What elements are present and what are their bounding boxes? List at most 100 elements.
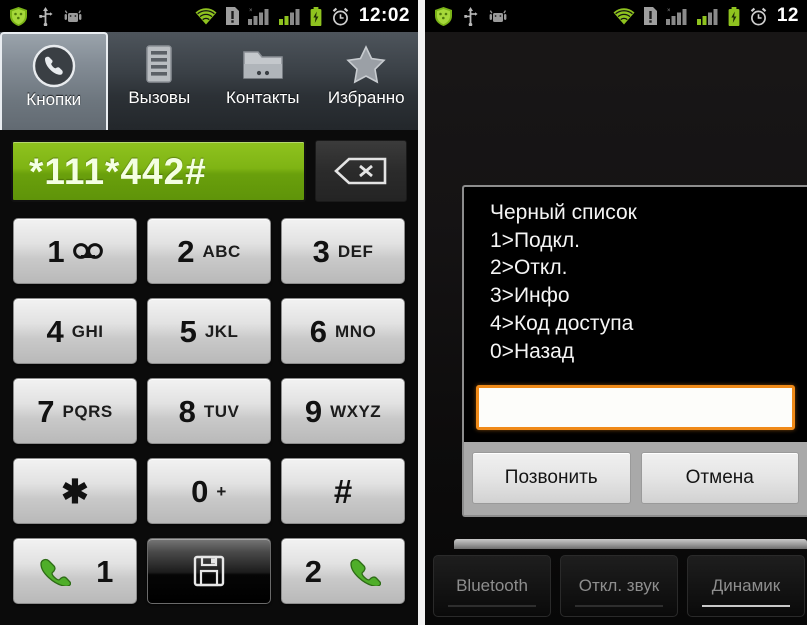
shield-icon (435, 6, 452, 26)
call-button-sim2-label: 2 (304, 553, 322, 589)
key-6-number: 6 (309, 313, 328, 349)
key-cell-call-sim1: 1 (8, 531, 142, 611)
key-9-letters: WXYZ (330, 401, 382, 421)
call-log-list-icon (141, 41, 177, 87)
tab-calls[interactable]: Вызовы (108, 32, 212, 130)
sim-alert-icon (225, 7, 239, 25)
tab-calls-label: Вызовы (128, 88, 191, 107)
key-cell-9: 9 WXYZ (276, 371, 410, 451)
key-star-symbol: ✱ (61, 472, 89, 510)
ussd-dialog: Черный список 1>Подкл. 2>Откл. 3>Инфо 4>… (462, 185, 807, 518)
battery-icon (310, 6, 322, 26)
shield-icon (10, 6, 27, 26)
key-1[interactable]: 1 (13, 218, 137, 284)
key-0[interactable]: 0 + (147, 458, 271, 524)
key-5[interactable]: 5 JKL (147, 298, 271, 364)
ussd-message-line: Черный список (490, 201, 637, 224)
green-handset-icon (350, 558, 382, 586)
dialed-number-field[interactable]: *111*442# (11, 140, 306, 202)
backspace-button[interactable] (315, 140, 407, 202)
key-0-number: 0 (191, 473, 209, 509)
right-statusbar-left-icons (425, 6, 507, 26)
key-7[interactable]: 7 PQRS (13, 378, 137, 444)
bluetooth-toggle-label: Bluetooth (456, 576, 528, 595)
right-panel-ussd: × 12 Черный список 1>Подкл. 2>Откл. 3>Ин… (425, 0, 807, 625)
ussd-button-bar: Позвонить Отмена (464, 442, 807, 516)
in-call-control-bar: Bluetooth Откл. звук Динамик (425, 537, 807, 625)
phone-handset-icon (32, 43, 76, 89)
key-4[interactable]: 4 GHI (13, 298, 137, 364)
save-number-button[interactable] (147, 538, 271, 604)
tab-favorites[interactable]: Избранно (315, 32, 419, 130)
speaker-toggle-button[interactable]: Динамик (687, 555, 805, 617)
key-2[interactable]: 2 ABC (147, 218, 271, 284)
key-cell-5: 5 JKL (142, 291, 276, 371)
key-hash-symbol: # (333, 472, 353, 510)
ussd-message-line: 4>Код доступа (490, 311, 634, 335)
alarm-clock-icon (750, 7, 767, 25)
key-star[interactable]: ✱ (13, 458, 137, 524)
ussd-message-line: 2>Откл. (490, 256, 568, 280)
backspace-icon (334, 157, 387, 185)
key-8-number: 8 (178, 393, 196, 429)
android-debug-icon (64, 9, 82, 22)
left-statusbar-clock: 12:02 (358, 5, 410, 26)
tab-favorites-label: Избранно (327, 88, 405, 107)
ussd-reply-input[interactable] (476, 385, 795, 431)
key-6[interactable]: 6 MNO (281, 298, 405, 364)
signal-bars-gray-icon: × (247, 8, 269, 25)
left-panel-dialer: × 12:02 Кнопки Вызовы Контакты Избранно … (0, 0, 418, 625)
tab-keypad[interactable]: Кнопки (0, 32, 108, 130)
star-icon (345, 41, 387, 87)
tab-contacts-label: Контакты (226, 88, 300, 107)
key-cell-8: 8 TUV (142, 371, 276, 451)
ussd-message-line: 3>Инфо (490, 284, 570, 308)
screenshot-root: × 12:02 Кнопки Вызовы Контакты Избранно … (0, 0, 807, 625)
key-4-letters: GHI (71, 321, 104, 341)
usb-icon (39, 6, 53, 26)
key-0-plus: + (216, 481, 227, 501)
key-hash[interactable]: # (281, 458, 405, 524)
alarm-clock-icon (332, 7, 349, 25)
key-5-letters: JKL (204, 321, 239, 341)
ussd-message-line: 1>Подкл. (490, 228, 581, 252)
key-cell-hash: # (276, 451, 410, 531)
bluetooth-toggle-button[interactable]: Bluetooth (433, 555, 551, 617)
key-4-number: 4 (46, 313, 64, 349)
key-2-letters: ABC (202, 241, 241, 261)
key-7-number: 7 (37, 393, 55, 429)
call-button-sim1-label: 1 (96, 553, 114, 589)
ussd-message: Черный список 1>Подкл. 2>Откл. 3>Инфо 4>… (464, 187, 807, 375)
key-3[interactable]: 3 DEF (281, 218, 405, 284)
key-cell-save (142, 531, 276, 611)
key-9[interactable]: 9 WXYZ (281, 378, 405, 444)
svg-text:×: × (249, 8, 253, 14)
key-3-number: 3 (312, 233, 330, 269)
key-cell-2: 2 ABC (142, 211, 276, 291)
key-9-number: 9 (304, 393, 323, 429)
key-cell-3: 3 DEF (276, 211, 410, 291)
mute-toggle-button[interactable]: Откл. звук (560, 555, 678, 617)
call-button-sim1[interactable]: 1 (13, 538, 137, 604)
left-statusbar-left-icons (0, 6, 82, 26)
key-cell-4: 4 GHI (8, 291, 142, 371)
dialpad-grid: 1 2 ABC 3 DEF 4 GHI 5 JKL 6 MNO 7 PQRS 8… (0, 211, 418, 611)
right-statusbar-right-icons: × 12 (613, 5, 807, 27)
contacts-folder-icon (241, 41, 285, 87)
call-drawer-handle[interactable] (454, 539, 807, 549)
tab-contacts[interactable]: Контакты (211, 32, 315, 130)
signal-bars-gray-icon: × (665, 8, 687, 25)
key-cell-7: 7 PQRS (8, 371, 142, 451)
ussd-send-button[interactable]: Позвонить (472, 452, 631, 505)
mute-toggle-label: Откл. звук (578, 576, 660, 595)
ussd-cancel-button[interactable]: Отмена (640, 452, 799, 505)
key-cell-call-sim2: 2 (276, 531, 410, 611)
ussd-message-line: 0>Назад (490, 339, 575, 363)
key-8[interactable]: 8 TUV (147, 378, 271, 444)
green-handset-icon (40, 558, 71, 586)
key-5-number: 5 (179, 313, 197, 349)
key-8-letters: TUV (203, 401, 240, 421)
left-statusbar: × 12:02 (0, 0, 418, 32)
call-button-sim2[interactable]: 2 (281, 538, 405, 604)
dialer-entry-row: *111*442# (0, 138, 418, 204)
